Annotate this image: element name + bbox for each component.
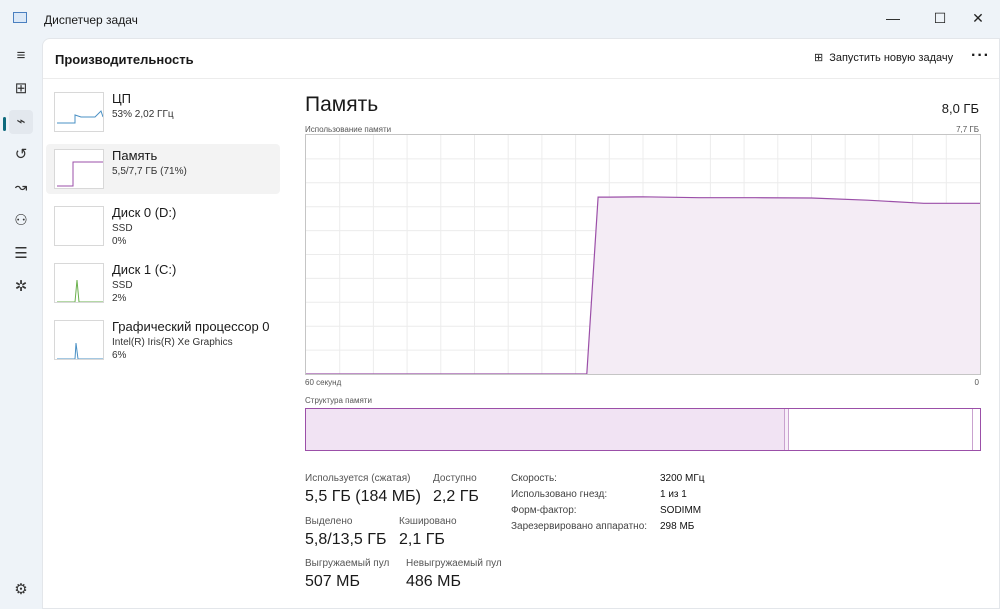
nonpaged-pool-label: Невыгружаемый пул — [406, 558, 502, 569]
property-value: 1 из 1 — [660, 489, 687, 500]
property-label: Скорость: — [511, 473, 557, 484]
sidebar-item-sub1: 5,5/7,7 ГБ (71%) — [112, 166, 187, 177]
sidebar-item-sub1: 53% 2,02 ГГц — [112, 109, 174, 120]
committed-value: 5,8/13,5 ГБ — [305, 531, 387, 548]
sidebar-item-sub1: SSD — [112, 280, 133, 291]
memory-usage-graph — [305, 134, 981, 375]
sidebar-thumbnail-graph — [54, 263, 104, 303]
minimize-button[interactable]: — — [870, 4, 916, 32]
usage-label: Использование памяти — [305, 125, 392, 134]
sidebar-item-sub2: 0% — [112, 236, 127, 247]
sidebar-thumbnail-graph — [54, 206, 104, 246]
startup-icon[interactable]: ↝ — [9, 176, 33, 200]
nav-rail: ≡ ⊞ ⌁ ↺ ↝ ⚇ ☰ ✲ ⚙ — [0, 36, 42, 609]
app-history-icon[interactable]: ↺ — [9, 143, 33, 167]
nonpaged-pool-value: 486 МБ — [406, 573, 461, 590]
services-icon[interactable]: ✲ — [9, 275, 33, 299]
new-task-icon: ⊞ — [814, 52, 824, 64]
cached-label: Кэшировано — [399, 516, 457, 527]
sidebar-item-name: Диск 1 (C:) — [112, 262, 177, 277]
time-left-label: 60 секунд — [305, 378, 342, 387]
property-label: Форм-фактор: — [511, 505, 577, 516]
sidebar-item-3[interactable]: Диск 1 (C:) SSD 2% — [46, 258, 280, 308]
run-task-label: Запустить новую задачу — [829, 51, 954, 64]
main-panel: Производительность ⊞ Запустить новую зада… — [42, 38, 1000, 609]
page-title: Производительность — [55, 52, 194, 67]
sidebar-item-name: Графический процессор 0 — [112, 319, 270, 334]
available-value: 2,2 ГБ — [433, 488, 479, 505]
composition-free — [973, 409, 980, 450]
sidebar-item-2[interactable]: Диск 0 (D:) SSD 0% — [46, 201, 280, 251]
committed-label: Выделено — [305, 516, 353, 527]
title-bar: Диспетчер задач — ☐ ✕ — [0, 0, 1000, 36]
property-value: SODIMM — [660, 505, 702, 516]
processes-icon[interactable]: ⊞ — [9, 77, 33, 101]
property-value: 3200 МГц — [660, 473, 705, 484]
active-indicator — [3, 117, 6, 131]
paged-pool-value: 507 МБ — [305, 573, 360, 590]
sidebar-item-sub1: Intel(R) Iris(R) Xe Graphics — [112, 337, 233, 348]
sidebar-item-name: Диск 0 (D:) — [112, 205, 177, 220]
sidebar-item-sub2: 2% — [112, 293, 127, 304]
sidebar-item-sub2: 6% — [112, 350, 127, 361]
composition-standby — [788, 409, 974, 450]
performance-icon[interactable]: ⌁ — [9, 110, 33, 134]
window-title: Диспетчер задач — [44, 13, 138, 27]
composition-label: Структура памяти — [305, 396, 372, 405]
menu-icon[interactable]: ≡ — [9, 44, 33, 68]
run-new-task-button[interactable]: ⊞ Запустить новую задачу — [814, 51, 954, 65]
available-label: Доступно — [433, 473, 477, 484]
usage-max: 7,7 ГБ — [956, 125, 979, 134]
sidebar-thumbnail-graph — [54, 92, 104, 132]
time-right-label: 0 — [974, 378, 979, 387]
more-options-button[interactable]: ··· — [971, 47, 990, 65]
paged-pool-label: Выгружаемый пул — [305, 558, 390, 569]
sidebar-thumbnail-graph — [54, 149, 104, 189]
sidebar-item-4[interactable]: Графический процессор 0 Intel(R) Iris(R)… — [46, 315, 280, 365]
memory-composition-bar — [305, 408, 981, 451]
resource-title: Память — [305, 93, 379, 116]
header: Производительность ⊞ Запустить новую зада… — [43, 39, 999, 79]
app-icon — [13, 12, 27, 23]
property-label: Использовано гнезд: — [511, 489, 608, 500]
in-use-value: 5,5 ГБ (184 МБ) — [305, 488, 421, 505]
sidebar-item-name: Память — [112, 148, 158, 163]
composition-in-use — [306, 409, 785, 450]
settings-icon[interactable]: ⚙ — [9, 578, 33, 602]
in-use-label: Используется (сжатая) — [305, 473, 411, 484]
property-value: 298 МБ — [660, 521, 695, 532]
sidebar-item-sub1: SSD — [112, 223, 133, 234]
close-button[interactable]: ✕ — [955, 4, 1000, 32]
users-icon[interactable]: ⚇ — [9, 209, 33, 233]
sidebar-item-0[interactable]: ЦП 53% 2,02 ГГц — [46, 87, 280, 137]
sidebar-thumbnail-graph — [54, 320, 104, 360]
total-memory: 8,0 ГБ — [941, 101, 979, 116]
details-icon[interactable]: ☰ — [9, 242, 33, 266]
resource-list: ЦП 53% 2,02 ГГц Память 5,5/7,7 ГБ (71%) … — [46, 87, 280, 372]
property-label: Зарезервировано аппаратно: — [511, 521, 648, 532]
sidebar-item-name: ЦП — [112, 91, 131, 106]
cached-value: 2,1 ГБ — [399, 531, 445, 548]
sidebar-item-1[interactable]: Память 5,5/7,7 ГБ (71%) — [46, 144, 280, 194]
